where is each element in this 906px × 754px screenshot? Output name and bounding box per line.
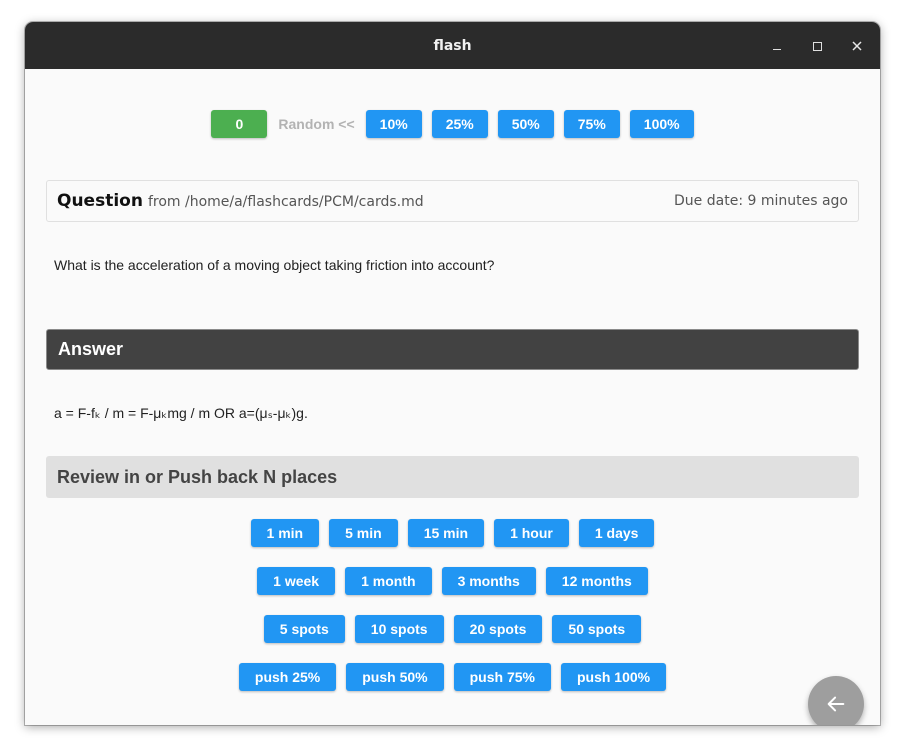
minimize-button[interactable] xyxy=(765,34,789,58)
review-1-week-button[interactable]: 1 week xyxy=(257,567,336,595)
app-window: flash 0 Random << 10% 25% 50% 75% 100% Q… xyxy=(25,22,880,725)
answer-text: a = F-fₖ / m = F-μₖmg / m OR a=(μₛ-μₖ)g. xyxy=(54,405,308,421)
push-10-spots-button[interactable]: 10 spots xyxy=(354,615,444,643)
push-50-spots-button[interactable]: 50 spots xyxy=(552,615,642,643)
push-25-percent-button[interactable]: push 25% xyxy=(238,663,337,691)
question-text: What is the acceleration of a moving obj… xyxy=(54,257,495,273)
maximize-icon xyxy=(812,41,822,51)
push-percent-row: push 25% push 50% push 75% push 100% xyxy=(25,663,880,691)
percent-75-button[interactable]: 75% xyxy=(563,110,620,138)
review-long-row: 1 week 1 month 3 months 12 months xyxy=(25,567,880,595)
review-time-row: 1 min 5 min 15 min 1 hour 1 days xyxy=(25,519,880,547)
push-75-percent-button[interactable]: push 75% xyxy=(453,663,551,691)
random-label[interactable]: Random << xyxy=(278,116,354,132)
question-title: Question xyxy=(57,191,143,211)
maximize-button[interactable] xyxy=(805,34,829,58)
main-content: 0 Random << 10% 25% 50% 75% 100% Questio… xyxy=(25,69,880,725)
top-controls: 0 Random << 10% 25% 50% 75% 100% xyxy=(25,110,880,138)
minimize-icon xyxy=(773,48,781,51)
push-50-percent-button[interactable]: push 50% xyxy=(346,663,444,691)
review-header: Review in or Push back N places xyxy=(46,456,859,498)
close-button[interactable] xyxy=(845,34,869,58)
percent-10-button[interactable]: 10% xyxy=(365,110,422,138)
percent-50-button[interactable]: 50% xyxy=(497,110,554,138)
percent-100-button[interactable]: 100% xyxy=(629,110,694,138)
review-3-months-button[interactable]: 3 months xyxy=(441,567,536,595)
review-1-min-button[interactable]: 1 min xyxy=(250,519,320,547)
push-spots-row: 5 spots 10 spots 20 spots 50 spots xyxy=(25,615,880,643)
due-date: Due date: 9 minutes ago xyxy=(674,193,848,209)
review-15-min-button[interactable]: 15 min xyxy=(407,519,485,547)
title-bar: flash xyxy=(25,22,880,69)
answer-header: Answer xyxy=(46,329,859,370)
push-5-spots-button[interactable]: 5 spots xyxy=(263,615,345,643)
counter-button[interactable]: 0 xyxy=(211,110,268,138)
back-fab-button[interactable] xyxy=(808,676,864,725)
arrow-left-icon xyxy=(827,696,845,712)
window-title: flash xyxy=(433,37,472,54)
push-100-percent-button[interactable]: push 100% xyxy=(560,663,667,691)
question-source: from /home/a/flashcards/PCM/cards.md xyxy=(147,194,424,210)
review-12-months-button[interactable]: 12 months xyxy=(545,567,648,595)
question-header: Question from /home/a/flashcards/PCM/car… xyxy=(46,180,859,222)
review-1-month-button[interactable]: 1 month xyxy=(345,567,432,595)
review-1-hour-button[interactable]: 1 hour xyxy=(494,519,569,547)
review-1-days-button[interactable]: 1 days xyxy=(578,519,655,547)
review-5-min-button[interactable]: 5 min xyxy=(329,519,398,547)
percent-25-button[interactable]: 25% xyxy=(431,110,488,138)
answer-title: Answer xyxy=(58,339,124,359)
close-icon xyxy=(852,41,862,51)
push-20-spots-button[interactable]: 20 spots xyxy=(453,615,543,643)
review-title: Review in or Push back N places xyxy=(57,466,338,487)
